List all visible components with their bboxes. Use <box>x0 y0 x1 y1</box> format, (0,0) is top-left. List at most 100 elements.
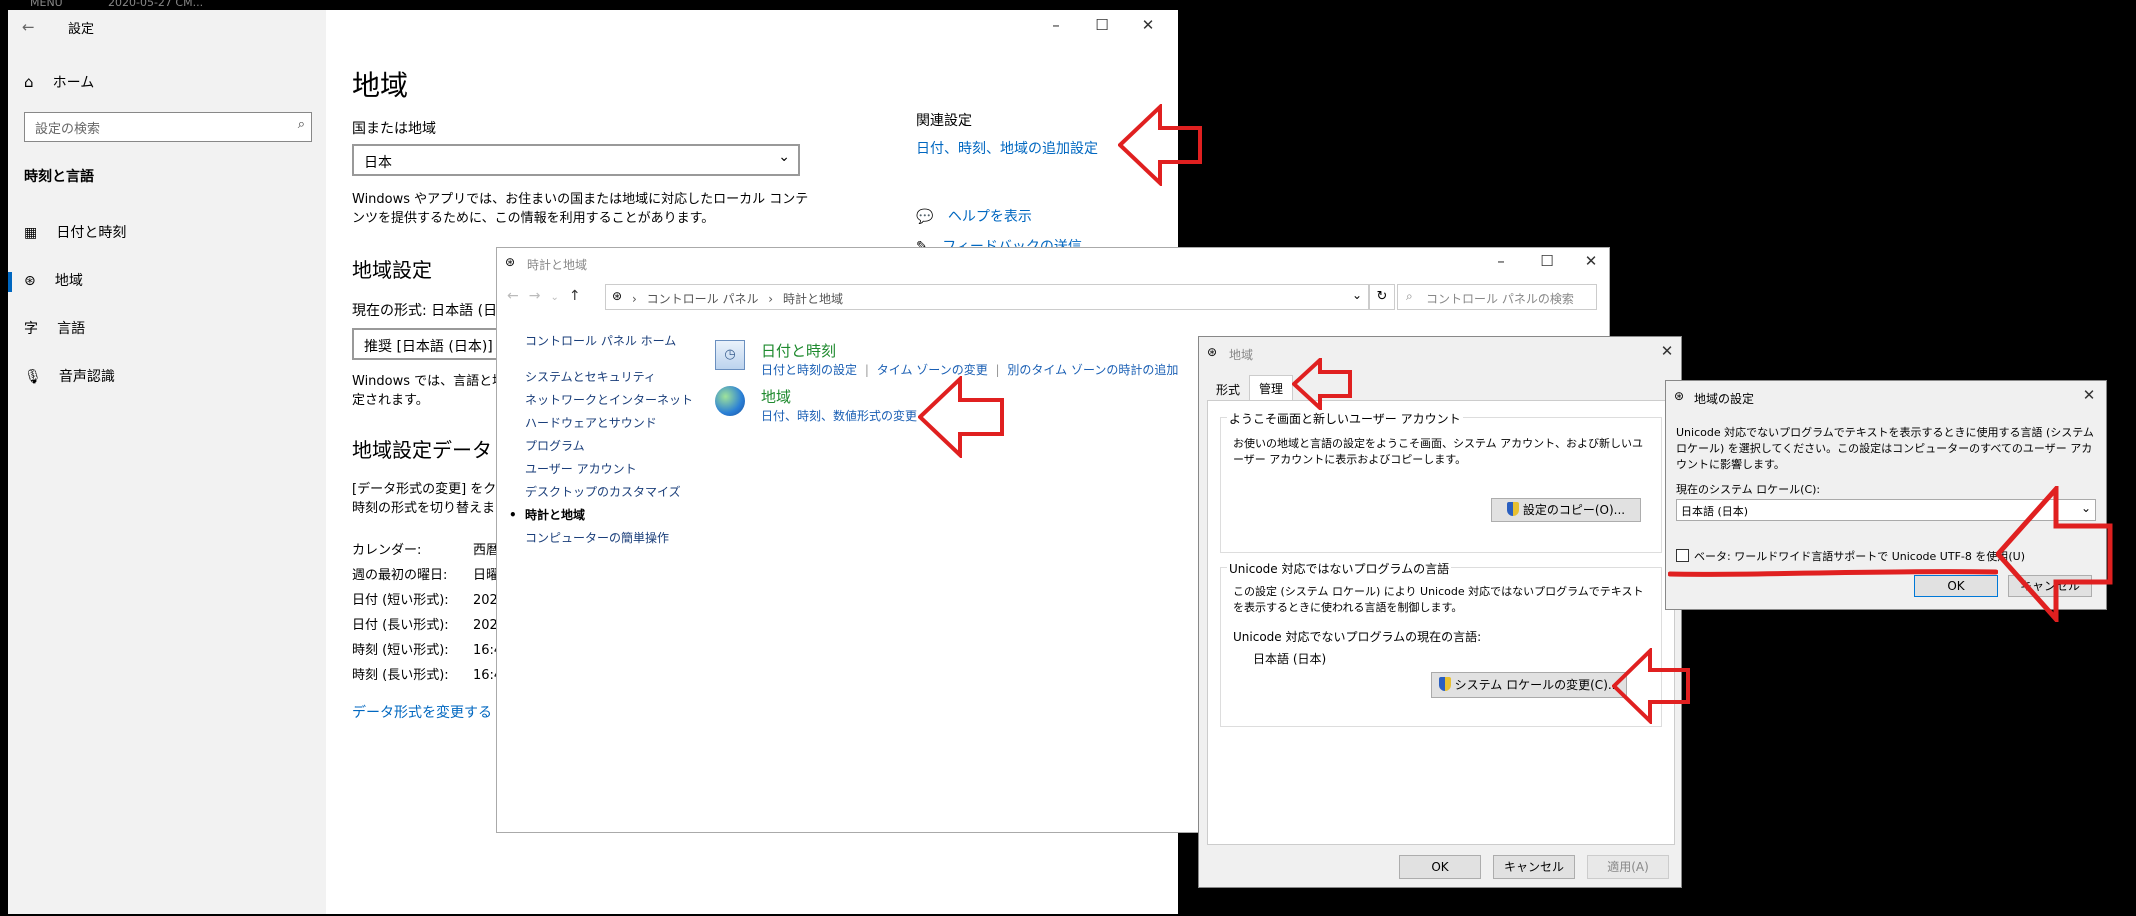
search-icon: ⌕ <box>297 117 305 132</box>
close-icon[interactable]: ✕ <box>1655 340 1679 362</box>
search-placeholder: コントロール パネルの検索 <box>1426 292 1574 306</box>
settings-title: 設定 <box>68 22 95 37</box>
language-icon: 字 <box>24 321 38 337</box>
data-row-label: 日付 (長い形式): <box>352 618 449 633</box>
utf8-label[interactable]: ベータ: ワールドワイド言語サポートで Unicode UTF-8 を使用(U) <box>1694 548 2025 564</box>
timezone-link[interactable]: タイム ゾーンの変更 <box>877 363 988 377</box>
cp-left-link[interactable]: コンピューターの簡単操作 <box>525 527 693 550</box>
tab-administrative[interactable]: 管理 <box>1249 375 1293 401</box>
apply-button[interactable]: 適用(A) <box>1587 855 1669 879</box>
region-category-icon[interactable] <box>715 386 745 416</box>
shield-icon <box>1506 502 1519 516</box>
data-row-label: 日付 (短い形式): <box>352 593 449 608</box>
help-icon: 💬 <box>916 209 934 225</box>
change-system-locale-button[interactable]: システム ロケールの変更(C)... <box>1431 672 1627 698</box>
ok-button[interactable]: OK <box>1399 855 1481 879</box>
taskbar-menu-text: MENU <box>30 0 63 9</box>
cp-left-link[interactable]: ハードウェアとサウンド <box>525 412 693 435</box>
annotation-arrow-related-settings <box>1118 104 1202 186</box>
link-separator: | <box>864 363 869 377</box>
cp-search-input[interactable]: ⌕ コントロール パネルの検索 <box>1397 284 1597 310</box>
nav-label: 言語 <box>57 321 86 337</box>
chevron-down-icon[interactable]: ⌄ <box>1352 288 1362 302</box>
back-icon[interactable]: ← <box>507 288 529 304</box>
datetime-category-icon[interactable]: ◷ <box>715 340 745 370</box>
settings-search-input[interactable]: 設定の検索 ⌕ <box>24 112 312 142</box>
bullet-icon: • <box>509 508 517 522</box>
utf8-checkbox[interactable] <box>1676 549 1689 562</box>
calendar-icon: ▦ <box>24 225 38 241</box>
cp-left-link[interactable]: ユーザー アカウント <box>525 458 693 481</box>
regional-data-heading: 地域設定データ <box>352 438 492 462</box>
maximize-icon[interactable]: ☐ <box>1527 250 1567 272</box>
cp-left-link[interactable]: デスクトップのカスタマイズ <box>525 481 693 504</box>
format-data-labels: カレンダー: 週の最初の曜日: 日付 (短い形式): 日付 (長い形式): 時刻… <box>352 538 449 688</box>
cp-left-link[interactable]: ネットワークとインターネット <box>525 389 693 412</box>
format-value: 推奨 [日本語 (日本)] <box>364 339 493 355</box>
nav-item-region[interactable]: ⊛ 地域 <box>24 270 314 300</box>
regional-format-heading: 地域設定 <box>352 258 432 282</box>
breadcrumb-item[interactable]: コントロール パネル <box>647 292 759 306</box>
nav-label: 音声認識 <box>58 369 115 385</box>
annotation-arrow-admin-tab <box>1292 358 1352 410</box>
chevron-down-icon: ⌄ <box>778 149 790 165</box>
locale-value: 日本語 (日本) <box>1681 505 1749 518</box>
region-format-link[interactable]: 日付、時刻、数値形式の変更 <box>761 407 917 424</box>
current-locale-label: 現在のシステム ロケール(C): <box>1676 483 1821 496</box>
change-locale-label: システム ロケールの変更(C)... <box>1454 678 1620 692</box>
close-icon[interactable]: ✕ <box>1128 14 1168 36</box>
nav-item-speech[interactable]: 🎙 音声認識 <box>24 366 314 396</box>
data-row-label: カレンダー: <box>352 543 422 558</box>
forward-icon[interactable]: → <box>529 288 551 304</box>
history-icon[interactable]: ⌄ <box>550 292 568 303</box>
copy-settings-label: 設定のコピー(O)... <box>1522 503 1626 517</box>
copy-settings-button[interactable]: 設定のコピー(O)... <box>1491 498 1641 522</box>
tab-format[interactable]: 形式 <box>1207 379 1249 401</box>
home-nav[interactable]: ⌂ ホーム <box>24 72 304 100</box>
minimize-icon[interactable]: – <box>1481 250 1521 272</box>
maximize-icon[interactable]: ☐ <box>1082 14 1122 36</box>
region-category-title[interactable]: 地域 <box>761 386 791 407</box>
unicode-description: この設定 (システム ロケール) により Unicode 対応ではないプログラム… <box>1233 585 1644 614</box>
back-icon[interactable]: ← <box>22 18 35 36</box>
close-icon[interactable]: ✕ <box>1571 250 1611 272</box>
welcome-description: お使いの地域と言語の設定をようこそ画面、システム アカウント、および新しいユーザ… <box>1233 437 1643 466</box>
page-title: 地域 <box>352 69 409 102</box>
help-row[interactable]: 💬 ヘルプを表示 <box>916 206 1032 226</box>
data-row-label: 時刻 (短い形式): <box>352 643 449 658</box>
data-row-label: 週の最初の曜日: <box>352 568 448 583</box>
change-format-link[interactable]: データ形式を変更する <box>352 702 492 722</box>
close-icon[interactable]: ✕ <box>2076 384 2102 406</box>
datetime-category-title[interactable]: 日付と時刻 <box>761 340 836 361</box>
minimize-icon[interactable]: – <box>1036 14 1076 36</box>
breadcrumb-item[interactable]: 時計と地域 <box>783 292 843 306</box>
globe-icon: ⊛ <box>24 273 36 289</box>
locale-dialog-icon: ⊛ <box>1674 389 1685 403</box>
taskbar-date-text: 2020-05-27 CM... <box>108 0 204 9</box>
refresh-icon[interactable]: ↻ <box>1369 284 1395 310</box>
current-language-value: 日本語 (日本) <box>1253 652 1327 666</box>
cp-left-link-active[interactable]: • 時計と地域 <box>509 504 693 527</box>
cancel-button[interactable]: キャンセル <box>1493 855 1575 879</box>
address-bar[interactable]: ⊛ › コントロール パネル › 時計と地域 ⌄ <box>605 284 1369 310</box>
country-value: 日本 <box>364 155 392 171</box>
locale-description: Unicode 対応でないプログラムでテキストを表示するときに使用する言語 (シ… <box>1676 426 2094 471</box>
country-label: 国または地域 <box>352 121 436 137</box>
link-separator: | <box>995 363 1000 377</box>
additional-settings-link[interactable]: 日付、時刻、地域の追加設定 <box>916 138 1098 158</box>
format-select[interactable]: 推奨 [日本語 (日本)] <box>352 328 512 360</box>
datetime-link[interactable]: 日付と時刻の設定 <box>761 363 857 377</box>
additional-clock-link[interactable]: 別のタイム ゾーンの時計の追加 <box>1007 363 1178 377</box>
cp-left-links: システムとセキュリティ ネットワークとインターネット ハードウェアとサウンド プ… <box>509 366 693 550</box>
country-select[interactable]: 日本 ⌄ <box>352 144 800 176</box>
cp-left-link[interactable]: プログラム <box>525 435 693 458</box>
nav-item-language[interactable]: 字 言語 <box>24 318 314 348</box>
data-description: [データ形式の変更] をクリ 時刻の形式を切り替えま <box>352 482 510 516</box>
breadcrumb: › コントロール パネル › 時計と地域 <box>632 290 843 307</box>
cp-left-link[interactable]: システムとセキュリティ <box>525 366 693 389</box>
cp-home-link[interactable]: コントロール パネル ホーム <box>525 332 676 349</box>
nav-item-datetime[interactable]: ▦ 日付と時刻 <box>24 222 314 252</box>
up-icon[interactable]: ↑ <box>569 288 591 304</box>
nav-buttons[interactable]: ←→⌄↑ <box>507 288 591 304</box>
nav-label: 日付と時刻 <box>56 225 127 241</box>
